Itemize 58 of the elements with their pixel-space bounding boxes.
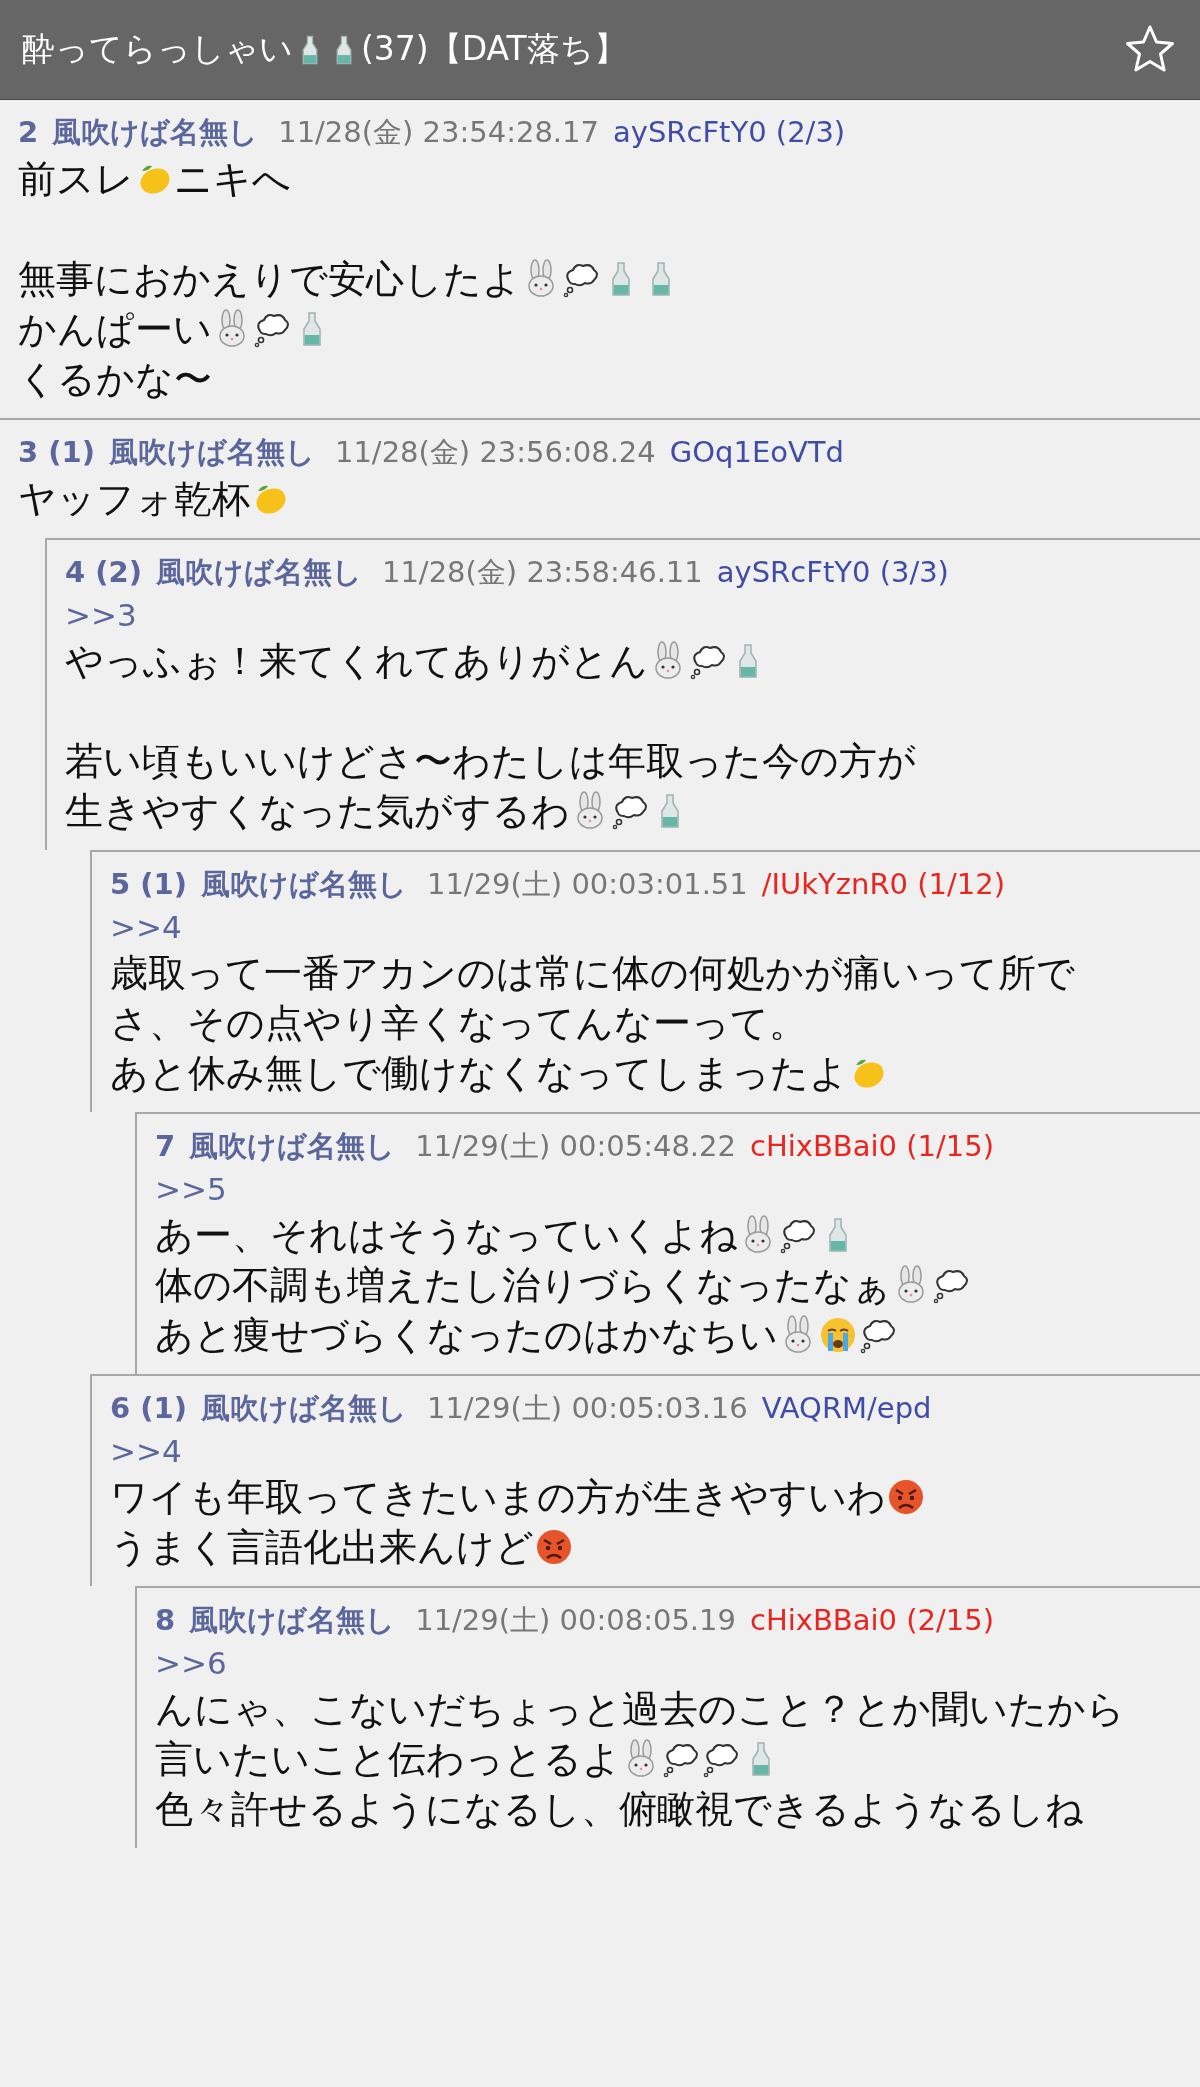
post-number[interactable]: 6 (1) [110, 1386, 187, 1430]
poster-id[interactable]: aySRcFtY0 (3/3) [716, 550, 949, 594]
post-number[interactable]: 3 (1) [18, 430, 95, 474]
body-text: 歳取って一番アカンのは常に体の何処かが痛いって所で [110, 950, 1075, 997]
crying-face-icon [818, 1315, 858, 1355]
poster-name: 風吹けば名無し [52, 114, 259, 151]
poster-name: 風吹けば名無し [108, 434, 315, 471]
body-text: ヤッフォ乾杯 [18, 476, 250, 523]
reply-link[interactable]: >>3 [65, 594, 1184, 636]
body-text: 色々許せるようになるし、俯瞰視できるようなるしね [155, 1786, 1084, 1833]
post-date: 11/29(土) 00:05:03.16 [426, 1390, 748, 1427]
body-text: あと痩せづらくなったのはかなちい [155, 1312, 778, 1359]
body-text: 言いたいこと伝わっとるよ [155, 1736, 621, 1783]
angry-face-icon [886, 1477, 926, 1517]
reply-link[interactable]: >>5 [155, 1168, 1184, 1210]
poster-name: 風吹けば名無し [200, 1390, 407, 1427]
post-date: 11/28(金) 23:58:46.11 [381, 554, 703, 591]
body-text: 若い頃もいいけどさ〜わたしは年取った今の方が [65, 738, 916, 785]
poster-name: 風吹けば名無し [189, 1602, 396, 1639]
post-number[interactable]: 8 [155, 1598, 176, 1642]
body-text: あー、それはそうなっていくよね [155, 1212, 738, 1259]
poster-name: 風吹けば名無し [189, 1128, 396, 1165]
post-date: 11/29(土) 00:05:48.22 [415, 1128, 736, 1165]
body-text: ニキへ [174, 156, 291, 203]
poster-id[interactable]: VAQRM/epd [761, 1386, 932, 1430]
post-date: 11/29(土) 00:08:05.19 [415, 1602, 736, 1639]
poster-id[interactable]: GOq1EoVTd [669, 430, 844, 474]
post-number[interactable]: 5 (1) [110, 862, 187, 906]
body-text: んにゃ、こないだちょっと過去のこと？とか聞いたから [155, 1686, 1125, 1733]
body-text: ワイも年取ってきたいまの方が生きやすいわ [110, 1474, 886, 1521]
body-text: かんぱーい [18, 306, 212, 353]
body-text: やっふぉ！来てくれてありがとん [65, 638, 648, 685]
poster-id[interactable]: /IUkYznR0 (1/12) [761, 862, 1005, 906]
poster-name: 風吹けば名無し [155, 554, 362, 591]
body-text: 無事におかえりで安心したよ [18, 256, 521, 303]
body-text: くるかな〜 [18, 356, 212, 403]
reply-link[interactable]: >>6 [155, 1642, 1184, 1684]
body-text: さ、その点やり辛くなってんなーって。 [110, 1000, 807, 1047]
poster-id[interactable]: cHixBBai0 (2/15) [750, 1598, 994, 1642]
poster-id[interactable]: cHixBBai0 (1/15) [750, 1124, 994, 1168]
body-text: うまく言語化出来んけど [110, 1524, 534, 1571]
thread-title: (37)【DAT落ち】 [361, 28, 627, 70]
thread-title: 酔ってらっしゃい [22, 28, 293, 70]
body-text: 体の不調も増えたし治りづらくなったなぁ [155, 1262, 891, 1309]
post-number[interactable]: 2 [18, 110, 39, 154]
poster-name: 風吹けば名無し [200, 866, 407, 903]
poster-id[interactable]: aySRcFtY0 (2/3) [613, 110, 846, 154]
reply-link[interactable]: >>4 [110, 906, 1184, 948]
post-date: 11/29(土) 00:03:01.51 [426, 866, 748, 903]
post-date: 11/28(金) 23:54:28.17 [278, 114, 599, 151]
post-number[interactable]: 4 (2) [65, 550, 142, 594]
angry-face-icon [534, 1527, 574, 1567]
body-text: あと休み無しで働けなくなってしまったよ [110, 1050, 848, 1097]
reply-link[interactable]: >>4 [110, 1430, 1184, 1472]
post-date: 11/28(金) 23:56:08.24 [334, 434, 656, 471]
post-number[interactable]: 7 [155, 1124, 176, 1168]
body-text: 前スレ [18, 156, 134, 203]
body-text: 生きやすくなった気がするわ [65, 788, 570, 835]
